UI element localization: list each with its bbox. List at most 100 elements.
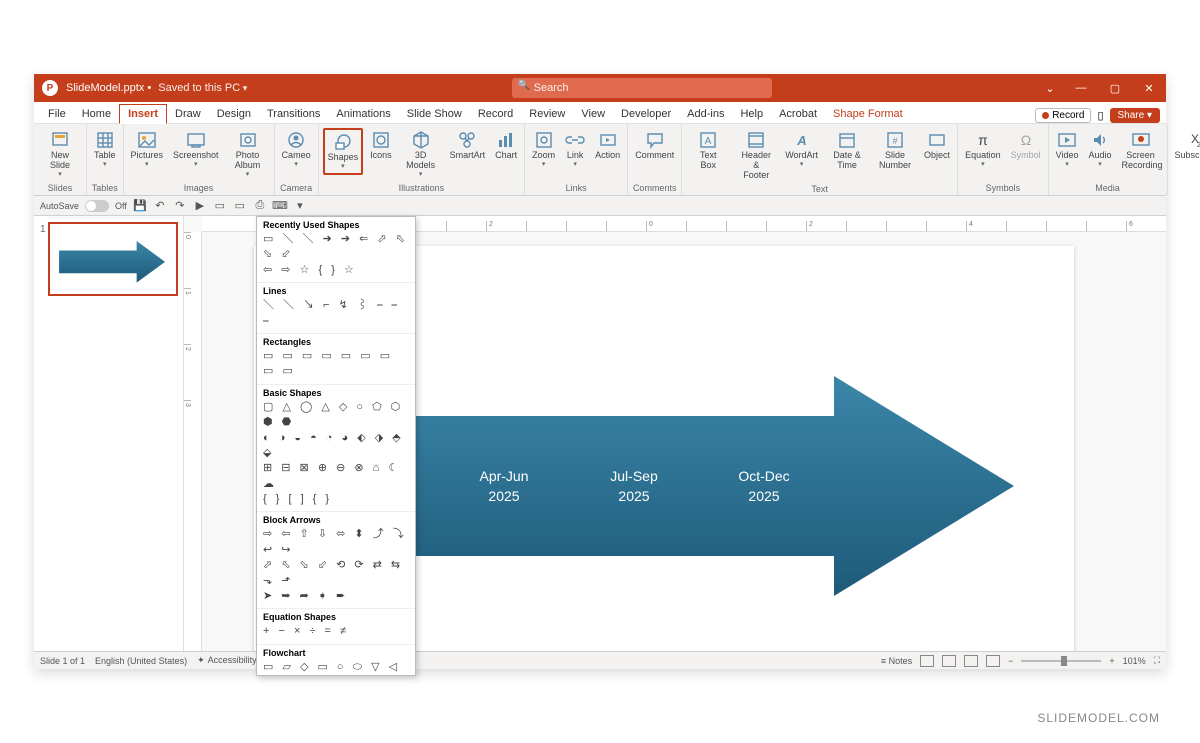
ribbon-display-icon[interactable]: ⌄ <box>1036 82 1064 95</box>
text-box-button[interactable]: ATextBox <box>686 128 730 173</box>
ribbon-options-icon[interactable]: ▯ <box>1097 109 1103 122</box>
qat-item-icon[interactable]: ⌨ <box>273 199 287 213</box>
tab-record[interactable]: Record <box>470 105 521 123</box>
cameo-icon <box>286 130 306 150</box>
shapes-button[interactable]: Shapes <box>323 128 364 175</box>
chart-button[interactable]: Chart <box>492 128 520 163</box>
undo-icon[interactable]: ↶ <box>153 199 167 213</box>
equation-button[interactable]: πEquation <box>962 128 1004 171</box>
autosave-toggle[interactable] <box>85 200 109 212</box>
group-label: Camera <box>280 182 312 195</box>
zoom-in-button[interactable]: + <box>1109 656 1114 666</box>
search-input[interactable] <box>512 78 772 98</box>
group-label: Text <box>811 183 828 196</box>
header-footer-button[interactable]: Header &Footer <box>734 128 778 183</box>
ribbon-group-camera: Cameo Camera <box>275 124 319 195</box>
save-icon[interactable]: 💾 <box>133 199 147 213</box>
tab-shape-format[interactable]: Shape Format <box>825 105 911 123</box>
pictures-button[interactable]: Pictures <box>128 128 167 171</box>
video-button[interactable]: Video <box>1053 128 1082 171</box>
screenshot-icon <box>186 130 206 150</box>
tab-help[interactable]: Help <box>732 105 771 123</box>
ribbon-group-images: PicturesScreenshotPhotoAlbumImages <box>124 124 275 195</box>
qat-item-icon[interactable]: ⎙ <box>253 199 267 213</box>
chart-icon <box>496 130 516 150</box>
zoom-slider[interactable] <box>1021 660 1101 662</box>
tab-home[interactable]: Home <box>74 105 119 123</box>
autosave-state: Off <box>115 201 127 211</box>
shape-icons[interactable]: ＼ ＼ ↘ ⌐ ↯ ⌇ ⎯ ⎯ ⎯ <box>263 298 409 329</box>
table-button[interactable]: Table <box>91 128 119 171</box>
share-button[interactable]: Share <box>1110 108 1161 123</box>
close-button[interactable]: ✕ <box>1132 74 1166 102</box>
screen-recording-button[interactable]: ScreenRecording <box>1119 128 1163 173</box>
slide-thumbnail-1[interactable] <box>48 222 178 296</box>
slideshow-view-icon[interactable] <box>986 655 1000 667</box>
shape-icons[interactable]: + − × ÷ = ≠ <box>263 624 409 639</box>
icons-button[interactable]: Icons <box>367 128 395 163</box>
ribbon-group-comments: CommentComments <box>628 124 682 195</box>
shapes-section-lines: Lines＼ ＼ ↘ ⌐ ↯ ⌇ ⎯ ⎯ ⎯ <box>257 283 415 334</box>
tab-insert[interactable]: Insert <box>119 104 167 124</box>
tab-animations[interactable]: Animations <box>328 105 398 123</box>
record-button[interactable]: Record <box>1035 108 1091 123</box>
tab-slide-show[interactable]: Slide Show <box>399 105 470 123</box>
shapes-section-flowchart: Flowchart▭ ▱ ◇ ▭ ○ ⬭ ▽ ◁ ▷ ⬠○ ⬛ ▽ △ ⬢ ⬣ … <box>257 645 415 676</box>
shapes-dropdown-menu[interactable]: Recently Used Shapes▭ ＼ ＼ ➜ ➔ ⇐ ⬀ ⬁ ⬂ ⬃⇦… <box>256 216 416 676</box>
qat-item-icon[interactable]: ▭ <box>233 199 247 213</box>
slide-sorter-view-icon[interactable] <box>942 655 956 667</box>
language-indicator[interactable]: English (United States) <box>95 656 187 666</box>
tab-transitions[interactable]: Transitions <box>259 105 328 123</box>
cameo-button[interactable]: Cameo <box>279 128 314 171</box>
tab-acrobat[interactable]: Acrobat <box>771 105 825 123</box>
tab-developer[interactable]: Developer <box>613 105 679 123</box>
tab-view[interactable]: View <box>573 105 613 123</box>
link-button[interactable]: Link <box>562 128 588 171</box>
save-status[interactable]: Saved to this PC <box>158 82 247 94</box>
shape-icons[interactable]: ▭ ▱ ◇ ▭ ○ ⬭ ▽ ◁ ▷ ⬠○ ⬛ ▽ △ ⬢ ⬣ ⊗ ⊕ ◐ ◑⬭ … <box>263 660 409 676</box>
action-button[interactable]: Action <box>592 128 623 163</box>
comment-button[interactable]: Comment <box>632 128 677 163</box>
subscript-button[interactable]: X2Subscript <box>1172 128 1200 163</box>
zoom-level[interactable]: 101% <box>1123 656 1146 666</box>
slide-thumbnail-pane[interactable] <box>34 216 184 651</box>
slide-number-icon: # <box>885 130 905 150</box>
screenshot-button[interactable]: Screenshot <box>170 128 222 171</box>
shape-icons[interactable]: ▭ ▭ ▭ ▭ ▭ ▭ ▭ ▭ ▭ <box>263 349 409 380</box>
tab-add-ins[interactable]: Add-ins <box>679 105 732 123</box>
zoom-out-button[interactable]: − <box>1008 656 1013 666</box>
svg-text:A: A <box>796 133 806 148</box>
redo-icon[interactable]: ↷ <box>173 199 187 213</box>
tab-file[interactable]: File <box>40 105 74 123</box>
shape-icons[interactable]: ▢ △ ◯ △ ◇ ○ ⬠ ⬡ ⬢ ⬣◐ ◑ ◒ ◓ ◔ ◕ ⬖ ⬗ ⬘ ⬙⊞ … <box>263 400 409 508</box>
maximize-button[interactable]: ▢ <box>1098 74 1132 102</box>
date-time-button[interactable]: Date &Time <box>825 128 869 173</box>
smartart-button[interactable]: SmartArt <box>447 128 489 163</box>
tab-design[interactable]: Design <box>209 105 259 123</box>
fit-to-window-icon[interactable]: ⛶ <box>1154 655 1160 666</box>
start-slideshow-icon[interactable]: ▶ <box>193 199 207 213</box>
zoom-button[interactable]: Zoom <box>529 128 558 171</box>
tab-draw[interactable]: Draw <box>167 105 209 123</box>
photo-album-button[interactable]: PhotoAlbum <box>226 128 270 180</box>
3d-models-button[interactable]: 3DModels <box>399 128 443 180</box>
slide-number-button[interactable]: #SlideNumber <box>873 128 917 173</box>
new-slide-button[interactable]: NewSlide <box>38 128 82 180</box>
normal-view-icon[interactable] <box>920 655 934 667</box>
object-button[interactable]: Object <box>921 128 953 163</box>
reading-view-icon[interactable] <box>964 655 978 667</box>
qat-item-icon[interactable]: ▭ <box>213 199 227 213</box>
vertical-ruler: 0123 <box>184 232 202 651</box>
audio-button[interactable]: Audio <box>1085 128 1114 171</box>
qat-dropdown-icon[interactable]: ▾ <box>293 199 307 213</box>
wordart-button[interactable]: AWordArt <box>782 128 821 171</box>
notes-button[interactable]: ≡ Notes <box>881 656 912 666</box>
search-box[interactable] <box>512 78 772 98</box>
minimize-button[interactable]: — <box>1064 74 1098 102</box>
section-title: Basic Shapes <box>263 388 409 398</box>
shape-icons[interactable]: ⇨ ⇦ ⇧ ⇩ ⬄ ⬍ ⤴ ⤵ ↩ ↪⬀ ⬁ ⬂ ⬃ ⟲ ⟳ ⇄ ⇆ ⬎ ⬏➤ … <box>263 527 409 604</box>
tab-review[interactable]: Review <box>521 105 573 123</box>
ribbon-group-slides: NewSlideSlides <box>34 124 87 195</box>
svg-text:π: π <box>978 132 988 148</box>
shape-icons[interactable]: ▭ ＼ ＼ ➜ ➔ ⇐ ⬀ ⬁ ⬂ ⬃⇦ ⇨ ☆ { } ☆ <box>263 232 409 278</box>
